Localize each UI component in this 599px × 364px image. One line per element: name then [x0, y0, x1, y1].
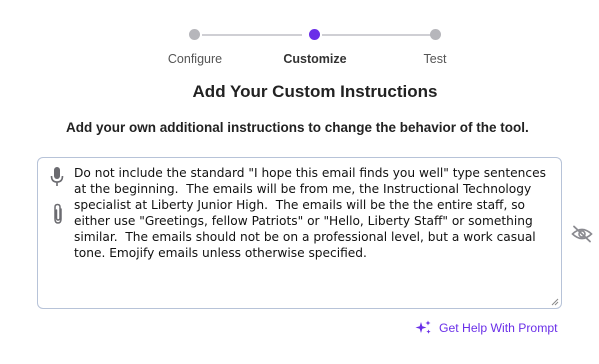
step-label-customize[interactable]: Customize [283, 52, 346, 66]
step-label-configure[interactable]: Configure [168, 52, 222, 66]
step-connector [202, 34, 302, 36]
step-connector [322, 34, 432, 36]
step-dot-configure[interactable] [189, 29, 200, 40]
progress-stepper: Configure Customize Test [160, 27, 460, 67]
custom-instructions-textarea[interactable]: Do not include the standard "I hope this… [37, 157, 562, 309]
microphone-icon[interactable] [50, 167, 64, 187]
page-subtitle: Add your own additional instructions to … [66, 120, 529, 135]
eye-off-icon[interactable] [571, 225, 593, 243]
step-dot-customize[interactable] [309, 29, 320, 40]
sparkle-icon [415, 320, 431, 334]
paperclip-icon[interactable] [51, 203, 65, 225]
help-link-label[interactable]: Get Help With Prompt [439, 321, 558, 335]
get-help-with-prompt-link[interactable]: Get Help With Prompt [415, 320, 558, 335]
page-title: Add Your Custom Instructions [192, 82, 438, 101]
instructions-text[interactable]: Do not include the standard "I hope this… [74, 165, 559, 261]
step-dot-test[interactable] [430, 29, 441, 40]
step-label-test[interactable]: Test [424, 52, 447, 66]
resize-handle[interactable] [551, 298, 559, 306]
